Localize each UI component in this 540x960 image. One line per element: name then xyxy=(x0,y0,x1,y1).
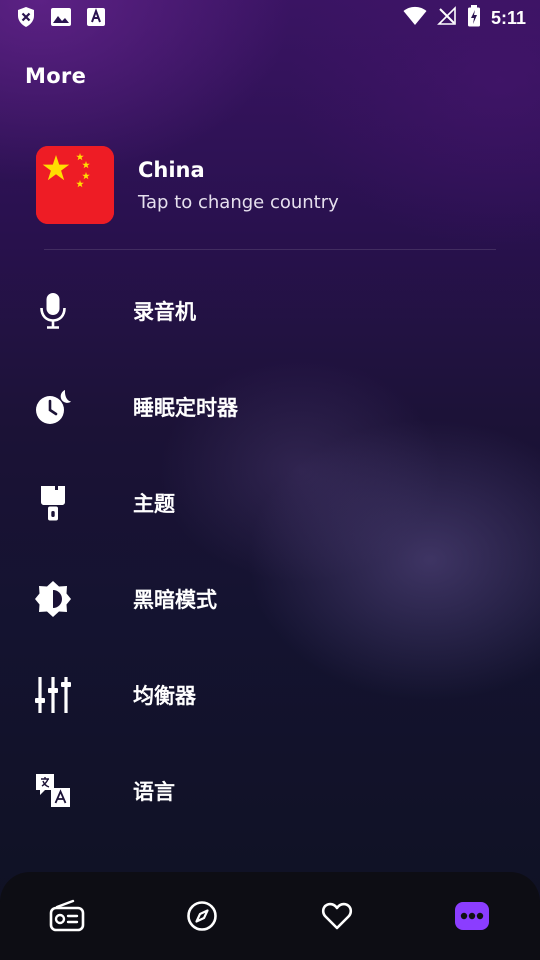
divider xyxy=(44,249,496,250)
country-name: China xyxy=(138,158,205,182)
menu-item-sleep-timer[interactable]: 睡眠定时器 xyxy=(0,370,540,442)
status-bar: 5:11 xyxy=(0,0,540,36)
radio-icon xyxy=(49,899,85,937)
menu-item-label: 语言 xyxy=(133,780,175,804)
translate-icon xyxy=(34,772,72,810)
image-notification-icon xyxy=(50,7,72,31)
battery-charging-icon xyxy=(467,5,481,31)
sleep-timer-icon xyxy=(34,388,72,426)
nav-explore[interactable] xyxy=(182,898,222,938)
no-signal-icon xyxy=(437,6,457,30)
microphone-icon xyxy=(34,292,72,330)
menu-item-language[interactable]: 语言 xyxy=(0,754,540,826)
nav-more[interactable] xyxy=(452,898,492,938)
dark-mode-icon xyxy=(34,580,72,618)
china-flag-icon xyxy=(36,146,114,224)
menu-item-dark-mode[interactable]: 黑暗模式 xyxy=(0,562,540,634)
wifi-icon xyxy=(403,6,427,30)
menu-item-label: 睡眠定时器 xyxy=(133,396,238,420)
paint-brush-icon xyxy=(34,484,72,522)
menu-item-label: 主题 xyxy=(133,492,175,516)
menu-item-label: 黑暗模式 xyxy=(133,588,217,612)
nav-radio[interactable] xyxy=(47,898,87,938)
menu-item-equalizer[interactable]: 均衡器 xyxy=(0,658,540,730)
shield-notification-icon xyxy=(16,6,36,32)
more-dots-icon xyxy=(454,901,490,935)
nav-favorites[interactable] xyxy=(317,898,357,938)
country-selector[interactable]: China Tap to change country xyxy=(36,146,506,226)
heart-icon xyxy=(321,901,353,935)
font-notification-icon xyxy=(86,7,106,31)
menu-item-label: 录音机 xyxy=(133,300,196,324)
bottom-navigation xyxy=(0,872,540,960)
menu-item-recorder[interactable]: 录音机 xyxy=(0,274,540,346)
page-title: More xyxy=(25,64,87,88)
clock-time: 5:11 xyxy=(490,7,526,28)
country-subtitle: Tap to change country xyxy=(138,192,339,213)
menu-item-theme[interactable]: 主题 xyxy=(0,466,540,538)
equalizer-icon xyxy=(34,676,72,714)
compass-icon xyxy=(186,900,218,936)
menu-item-label: 均衡器 xyxy=(133,684,196,708)
